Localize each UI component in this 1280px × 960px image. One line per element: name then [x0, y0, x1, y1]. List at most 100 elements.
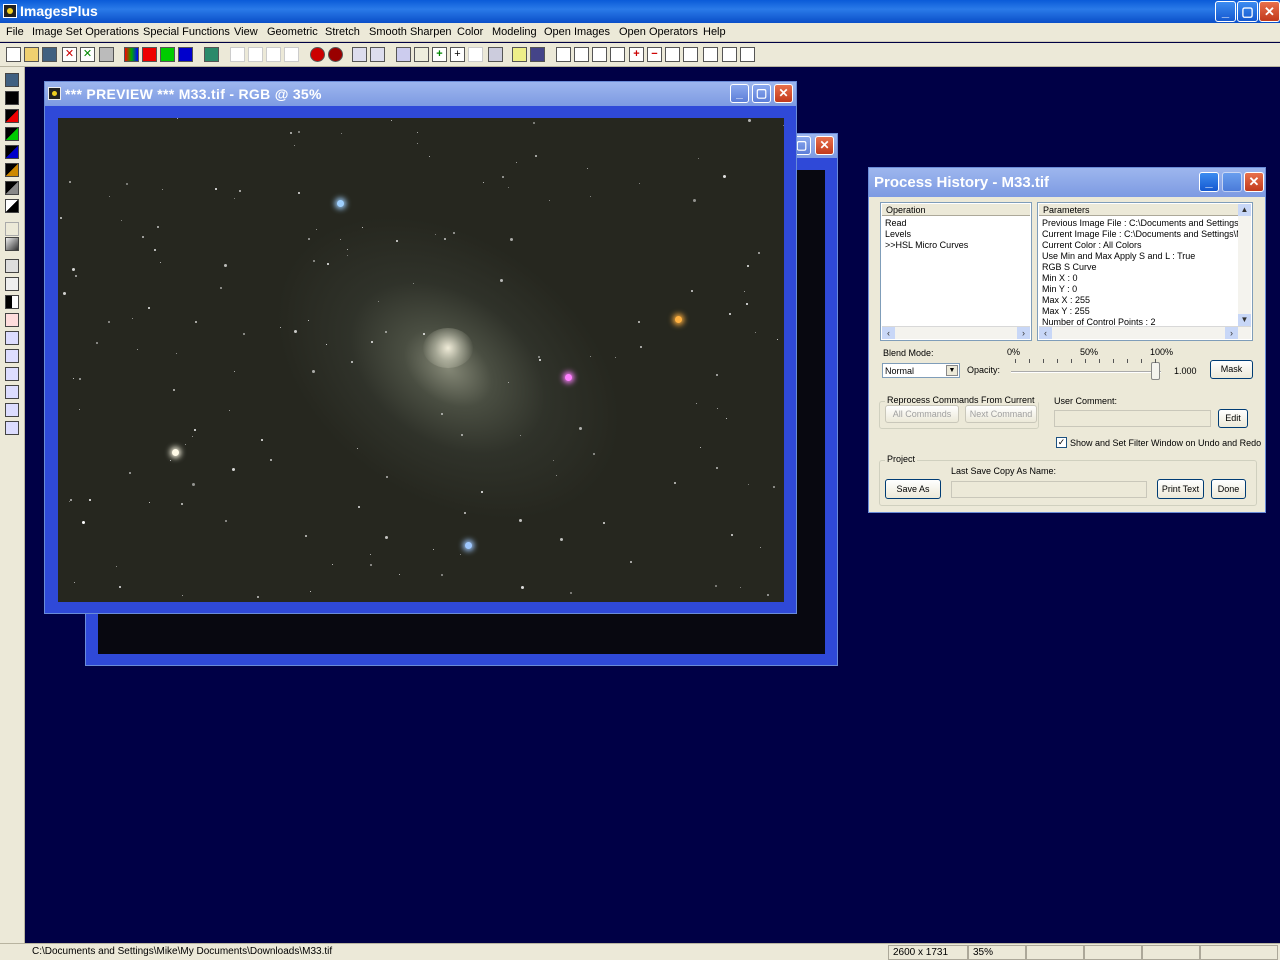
crosshair-icon[interactable]: + — [450, 47, 465, 62]
gradient-icon[interactable] — [5, 237, 19, 251]
frame-5-icon[interactable] — [740, 47, 755, 62]
pencil-icon[interactable] — [512, 47, 527, 62]
menu-color[interactable]: Color — [457, 26, 483, 38]
zoom-fit-icon[interactable] — [592, 47, 607, 62]
user-comment-field[interactable] — [1054, 410, 1211, 427]
scroll-down-icon[interactable]: ▼ — [1238, 314, 1251, 326]
frame-2-icon[interactable] — [683, 47, 698, 62]
history-minimize-button[interactable]: _ — [1199, 172, 1219, 192]
operation-list[interactable]: Operation Read Levels >>HSL Micro Curves… — [880, 202, 1032, 341]
black-icon[interactable] — [5, 91, 19, 105]
preview-window[interactable]: *** PREVIEW *** M33.tif - RGB @ 35% _ ▢ … — [44, 81, 797, 614]
operation-row[interactable]: Levels — [885, 229, 911, 240]
invert-icon[interactable] — [5, 199, 19, 213]
opacity-slider-thumb[interactable] — [1151, 362, 1160, 380]
new-file-icon[interactable] — [6, 47, 21, 62]
redo-icon[interactable] — [248, 47, 263, 62]
flip-icon[interactable] — [5, 421, 19, 435]
frame-icon[interactable] — [665, 47, 680, 62]
dots-icon[interactable] — [352, 47, 367, 62]
right-arrow-icon[interactable] — [5, 367, 19, 381]
image-doc-icon[interactable] — [48, 87, 61, 100]
menu-help[interactable]: Help — [703, 26, 726, 38]
print-icon[interactable] — [99, 47, 114, 62]
done-button[interactable]: Done — [1211, 479, 1246, 499]
history-close-button[interactable]: ✕ — [1244, 172, 1264, 192]
all-commands-button[interactable]: All Commands — [885, 405, 959, 423]
menu-open-operators[interactable]: Open Operators — [619, 26, 698, 38]
undo-all-icon[interactable] — [266, 47, 281, 62]
preview-minimize-button[interactable]: _ — [730, 84, 749, 103]
undo-icon[interactable] — [230, 47, 245, 62]
menu-open-images[interactable]: Open Images — [544, 26, 610, 38]
open-folder-icon[interactable] — [24, 47, 39, 62]
mask-button[interactable]: Mask — [1210, 360, 1253, 379]
palette-icon[interactable] — [488, 47, 503, 62]
green-channel-icon[interactable] — [160, 47, 175, 62]
histogram-icon[interactable] — [396, 47, 411, 62]
red-layer-icon[interactable] — [5, 109, 19, 123]
show-filter-checkbox[interactable]: ✓ — [1056, 437, 1067, 448]
rgb-channels-icon[interactable] — [124, 47, 139, 62]
scroll-up-icon[interactable]: ▲ — [1238, 204, 1251, 216]
close-button[interactable]: ✕ — [1259, 1, 1280, 22]
zoom-in-icon[interactable] — [556, 47, 571, 62]
crop-icon[interactable] — [5, 313, 19, 327]
close-image-icon[interactable]: ✕ — [62, 47, 77, 62]
chevron-down-icon[interactable]: ▼ — [946, 365, 958, 376]
minimize-button[interactable]: _ — [1215, 1, 1236, 22]
move-icon[interactable] — [5, 331, 19, 345]
disabled-tool-icon[interactable] — [5, 222, 19, 236]
operation-row[interactable]: Read — [885, 218, 907, 229]
parameters-column-header[interactable]: Parameters — [1039, 204, 1238, 216]
rotate-left-icon[interactable] — [5, 385, 19, 399]
operation-row[interactable]: >>HSL Micro Curves — [885, 240, 968, 251]
menu-smooth-sharpen[interactable]: Smooth Sharpen — [369, 26, 452, 38]
save-image-icon[interactable] — [5, 73, 19, 87]
select-icon[interactable] — [5, 259, 19, 273]
table-icon[interactable] — [468, 47, 483, 62]
history-maximize-button[interactable] — [1222, 172, 1242, 192]
grid-icon[interactable] — [204, 47, 219, 62]
zoom-actual-icon[interactable] — [610, 47, 625, 62]
save-as-button[interactable]: Save As — [885, 479, 941, 499]
scroll-right-icon[interactable]: › — [1225, 327, 1238, 339]
green-layer-icon[interactable] — [5, 127, 19, 141]
preview-close-button[interactable]: ✕ — [774, 84, 793, 103]
menu-stretch[interactable]: Stretch — [325, 26, 360, 38]
menu-view[interactable]: View — [234, 26, 258, 38]
record-icon[interactable] — [310, 47, 325, 62]
blend-mode-select[interactable]: Normal ▼ — [882, 363, 960, 378]
parameters-hscrollbar[interactable]: ‹ › — [1039, 326, 1251, 339]
operation-column-header[interactable]: Operation — [882, 204, 1030, 216]
save-icon[interactable] — [42, 47, 57, 62]
history-title-bar[interactable]: Process History - M33.tif _ ✕ — [869, 168, 1265, 197]
last-save-name-field[interactable] — [951, 481, 1147, 498]
points-icon[interactable] — [370, 47, 385, 62]
menu-image-set-operations[interactable]: Image Set Operations — [32, 26, 139, 38]
operation-hscrollbar[interactable]: ‹ › — [882, 326, 1030, 339]
parameters-list[interactable]: Parameters Previous Image File : C:\Docu… — [1037, 202, 1253, 341]
preview-title-bar[interactable]: *** PREVIEW *** M33.tif - RGB @ 35% _ ▢ … — [45, 82, 796, 106]
menu-modeling[interactable]: Modeling — [492, 26, 537, 38]
scroll-left-icon[interactable]: ‹ — [882, 327, 895, 339]
close-all-icon[interactable]: ✕ — [80, 47, 95, 62]
rotate-right-icon[interactable] — [5, 403, 19, 417]
preview-maximize-button[interactable]: ▢ — [752, 84, 771, 103]
edit-button[interactable]: Edit — [1218, 409, 1248, 428]
zoom-out-icon[interactable] — [574, 47, 589, 62]
frame-4-icon[interactable] — [722, 47, 737, 62]
levels-icon[interactable] — [5, 277, 19, 291]
scroll-left-icon[interactable]: ‹ — [1039, 327, 1052, 339]
stop-icon[interactable] — [328, 47, 343, 62]
menu-geometric[interactable]: Geometric — [267, 26, 318, 38]
add-icon[interactable]: + — [629, 47, 644, 62]
gray-layer-icon[interactable] — [5, 181, 19, 195]
galaxy-image-canvas[interactable] — [58, 118, 784, 602]
contrast-icon[interactable] — [5, 295, 19, 309]
color-layer-icon[interactable] — [5, 163, 19, 177]
maximize-button[interactable]: ▢ — [1237, 1, 1258, 22]
red-channel-icon[interactable] — [142, 47, 157, 62]
curves-icon[interactable] — [414, 47, 429, 62]
blue-channel-icon[interactable] — [178, 47, 193, 62]
